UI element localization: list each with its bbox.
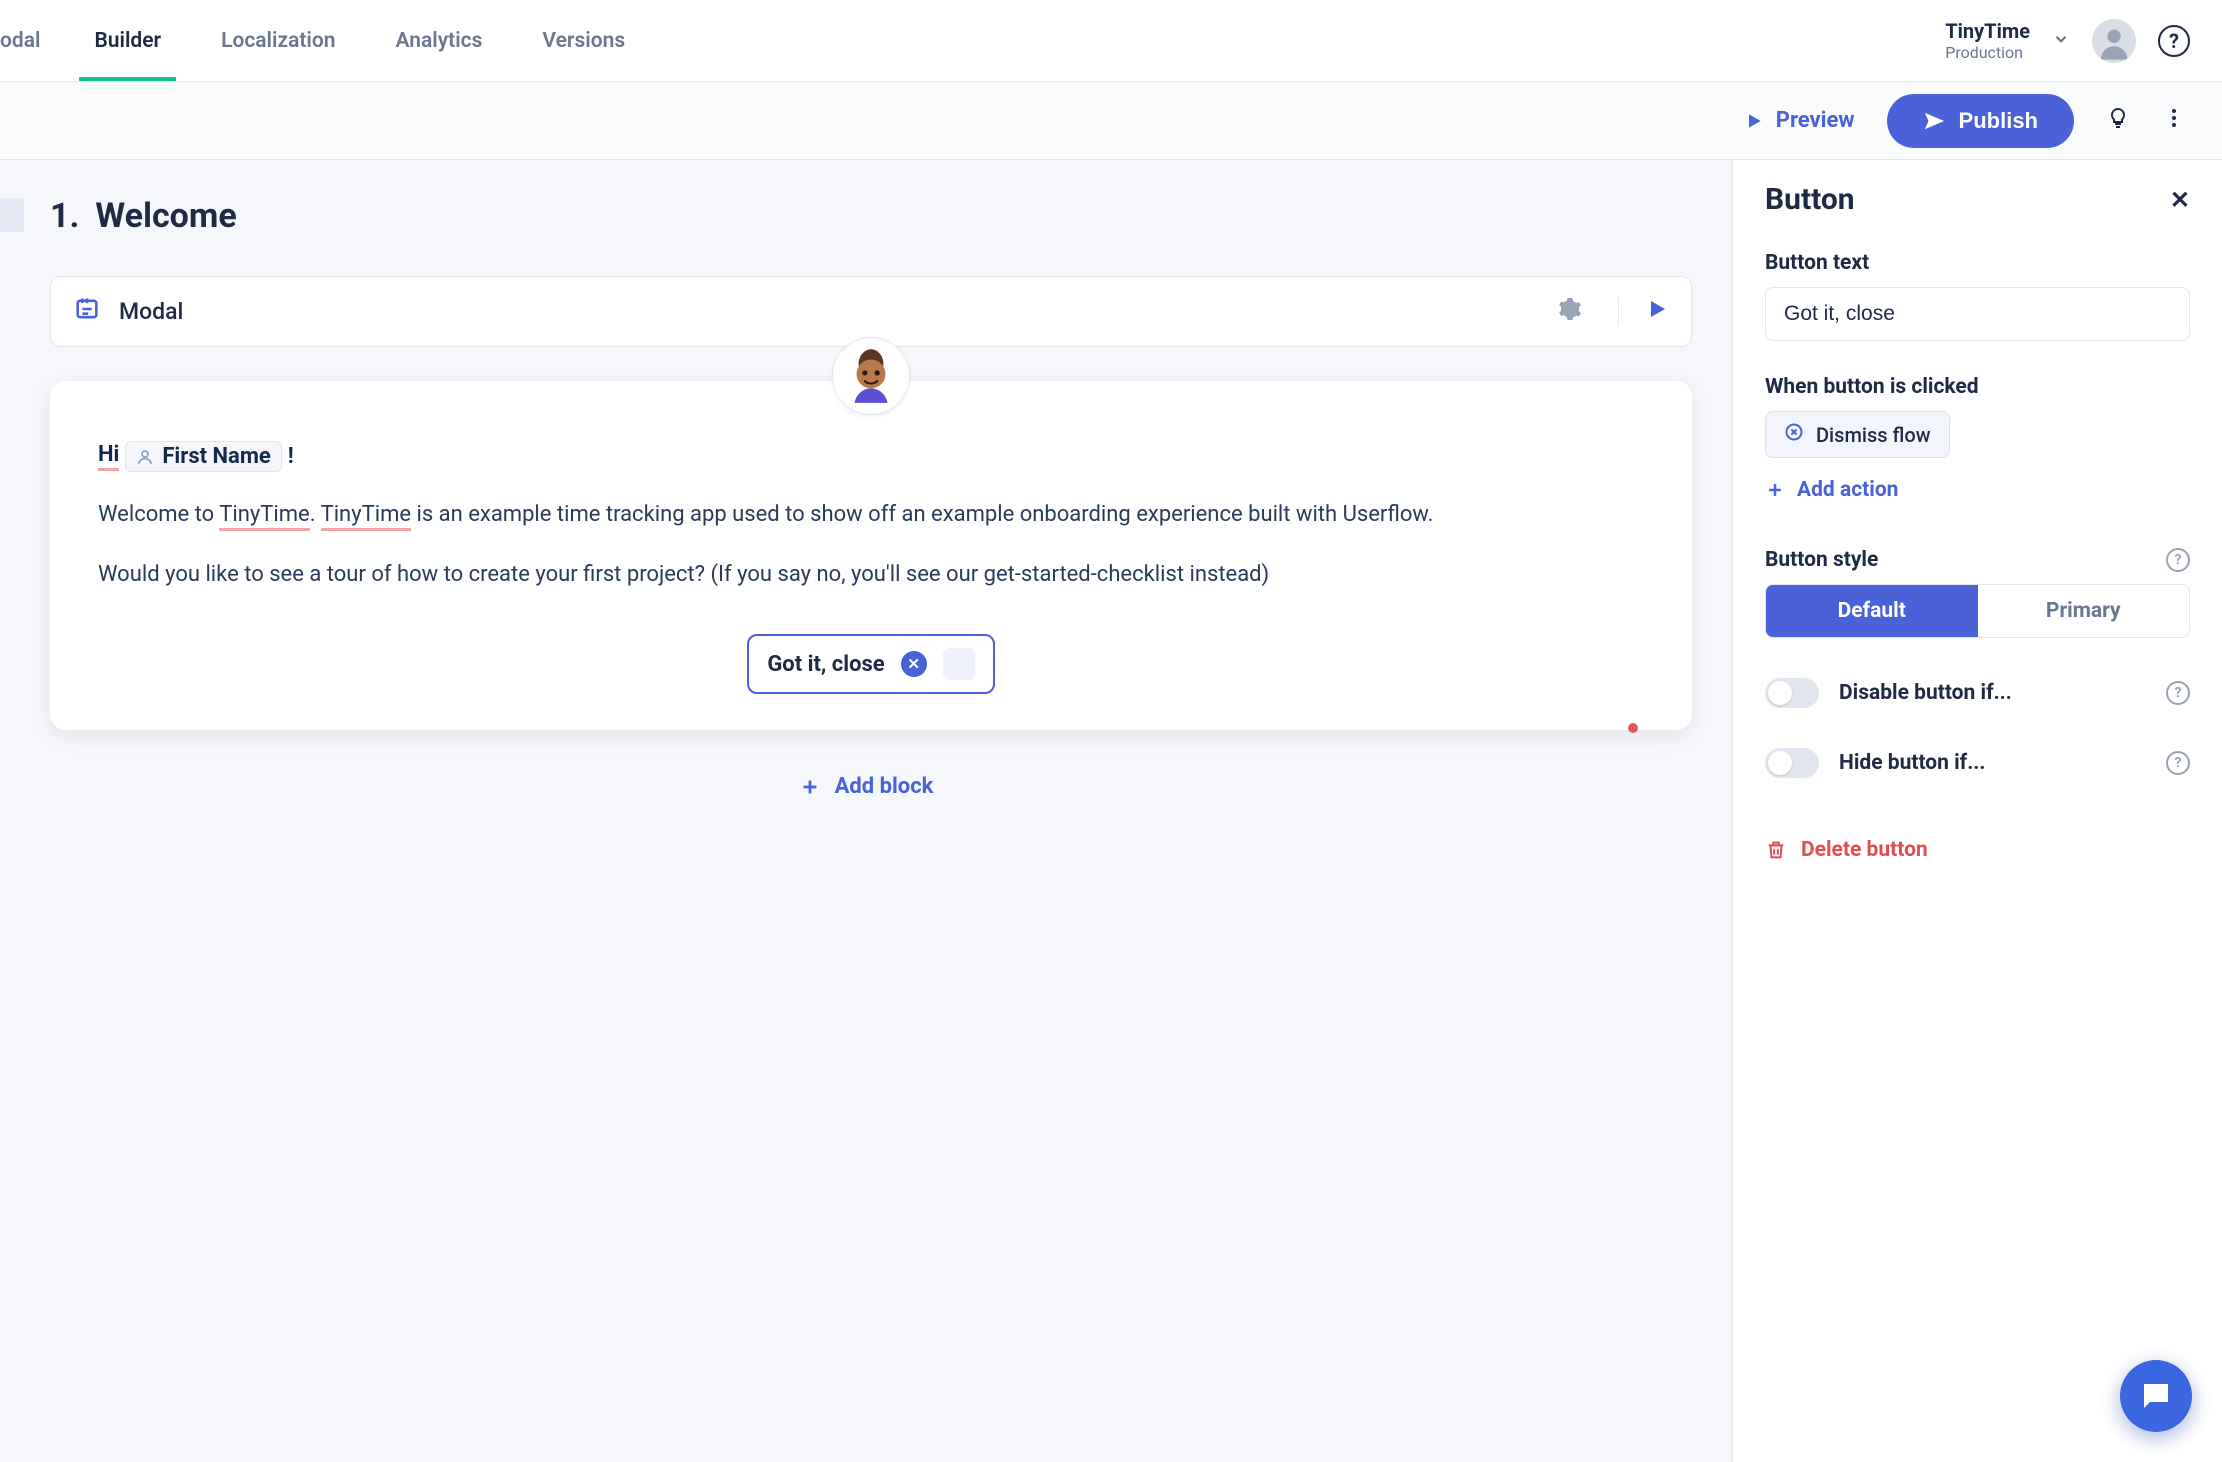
button-text-input[interactable] [1765, 287, 2190, 341]
tab-crumb-truncated[interactable]: odal [0, 0, 64, 81]
drag-handle[interactable] [943, 648, 975, 680]
chat-fab[interactable] [2120, 1360, 2192, 1432]
greet-prefix: Hi [98, 442, 119, 471]
step-number: 1. [50, 196, 79, 236]
chat-icon [2138, 1378, 2174, 1414]
nav-tabs: odal Builder Localization Analytics Vers… [0, 0, 655, 81]
add-action-label: Add action [1797, 478, 1898, 502]
block-type-label: Modal [119, 298, 1522, 325]
plus-icon [1765, 480, 1785, 500]
dismiss-action-icon: ✕ [901, 651, 927, 677]
environment-name: TinyTime [1945, 19, 2030, 43]
action-bar: Preview Publish [0, 82, 2222, 160]
disable-toggle[interactable] [1765, 678, 1819, 708]
modal-cta-button[interactable]: Got it, close ✕ [747, 634, 994, 694]
trash-icon [1765, 839, 1787, 861]
cursor-indicator [1628, 723, 1638, 733]
tab-versions[interactable]: Versions [512, 0, 655, 81]
step-title[interactable]: Welcome [95, 196, 236, 236]
modal-preview[interactable]: Hi First Name ! Welcome to TinyTime. Tin… [50, 381, 1692, 730]
greet-suffix: ! [288, 444, 294, 469]
help-icon[interactable]: ? [2166, 681, 2190, 705]
properties-panel: Button ✕ Button text When button is clic… [1732, 160, 2222, 1462]
main: 1. Welcome Modal [0, 160, 2222, 1462]
help-icon[interactable]: ? [2158, 25, 2190, 57]
top-right: TinyTime Production ? [1945, 19, 2190, 63]
disable-label: Disable button if... [1839, 681, 2012, 705]
close-panel-icon[interactable]: ✕ [2170, 186, 2190, 214]
modal-icon [73, 295, 101, 328]
action-chip-dismiss[interactable]: Dismiss flow [1765, 411, 1950, 458]
publish-button[interactable]: Publish [1887, 94, 2074, 148]
tab-localization[interactable]: Localization [191, 0, 365, 81]
environment-stage: Production [1945, 43, 2030, 62]
name-token-label: First Name [162, 444, 270, 469]
dismiss-icon [1784, 422, 1804, 447]
builder-canvas: 1. Welcome Modal [0, 160, 1732, 1462]
chevron-down-icon[interactable] [2052, 29, 2070, 53]
gear-icon[interactable] [1540, 297, 1600, 326]
persona-avatar [832, 337, 910, 415]
style-segmented: Default Primary [1765, 584, 2190, 638]
block-card-header: Modal [51, 277, 1691, 346]
step-connector [0, 198, 24, 232]
brand-link-2: TinyTime [321, 502, 411, 531]
help-icon[interactable]: ? [2166, 751, 2190, 775]
publish-label: Publish [1959, 108, 2038, 134]
top-nav: odal Builder Localization Analytics Vers… [0, 0, 2222, 82]
name-variable-token[interactable]: First Name [125, 441, 281, 472]
add-block-label: Add block [835, 774, 934, 799]
delete-label: Delete button [1801, 838, 1928, 862]
tab-builder[interactable]: Builder [64, 0, 191, 81]
add-action-button[interactable]: Add action [1765, 478, 2190, 502]
button-text-label: Button text [1765, 251, 2190, 275]
modal-paragraph-1[interactable]: Welcome to TinyTime. TinyTime is an exam… [98, 498, 1644, 532]
hide-toggle[interactable] [1765, 748, 1819, 778]
hide-label: Hide button if... [1839, 751, 1985, 775]
preview-label: Preview [1776, 108, 1855, 133]
brand-link-1: TinyTime [219, 502, 309, 531]
lightbulb-icon[interactable] [2106, 106, 2130, 135]
send-icon [1923, 110, 1945, 132]
panel-title: Button [1765, 182, 1855, 217]
preview-block-icon[interactable] [1645, 302, 1669, 326]
more-menu-icon[interactable] [2162, 106, 2186, 135]
play-icon [1744, 111, 1764, 131]
style-option-default[interactable]: Default [1766, 585, 1978, 637]
action-label: When button is clicked [1765, 375, 2190, 399]
plus-icon [799, 776, 821, 798]
action-chip-label: Dismiss flow [1816, 423, 1931, 447]
greeting-line[interactable]: Hi First Name ! [98, 441, 1644, 472]
user-icon [136, 448, 154, 466]
add-block-button[interactable]: Add block [0, 774, 1732, 799]
modal-paragraph-2[interactable]: Would you like to see a tour of how to c… [98, 558, 1644, 592]
environment-selector[interactable]: TinyTime Production [1945, 19, 2030, 62]
help-icon[interactable]: ? [2166, 548, 2190, 572]
cta-label: Got it, close [767, 652, 884, 677]
preview-button[interactable]: Preview [1744, 108, 1855, 133]
user-avatar[interactable] [2092, 19, 2136, 63]
delete-button-action[interactable]: Delete button [1765, 838, 2190, 862]
style-option-primary[interactable]: Primary [1978, 585, 2190, 637]
step-header: 1. Welcome [50, 196, 1732, 236]
tab-analytics[interactable]: Analytics [366, 0, 513, 81]
style-label: Button style [1765, 548, 1878, 572]
